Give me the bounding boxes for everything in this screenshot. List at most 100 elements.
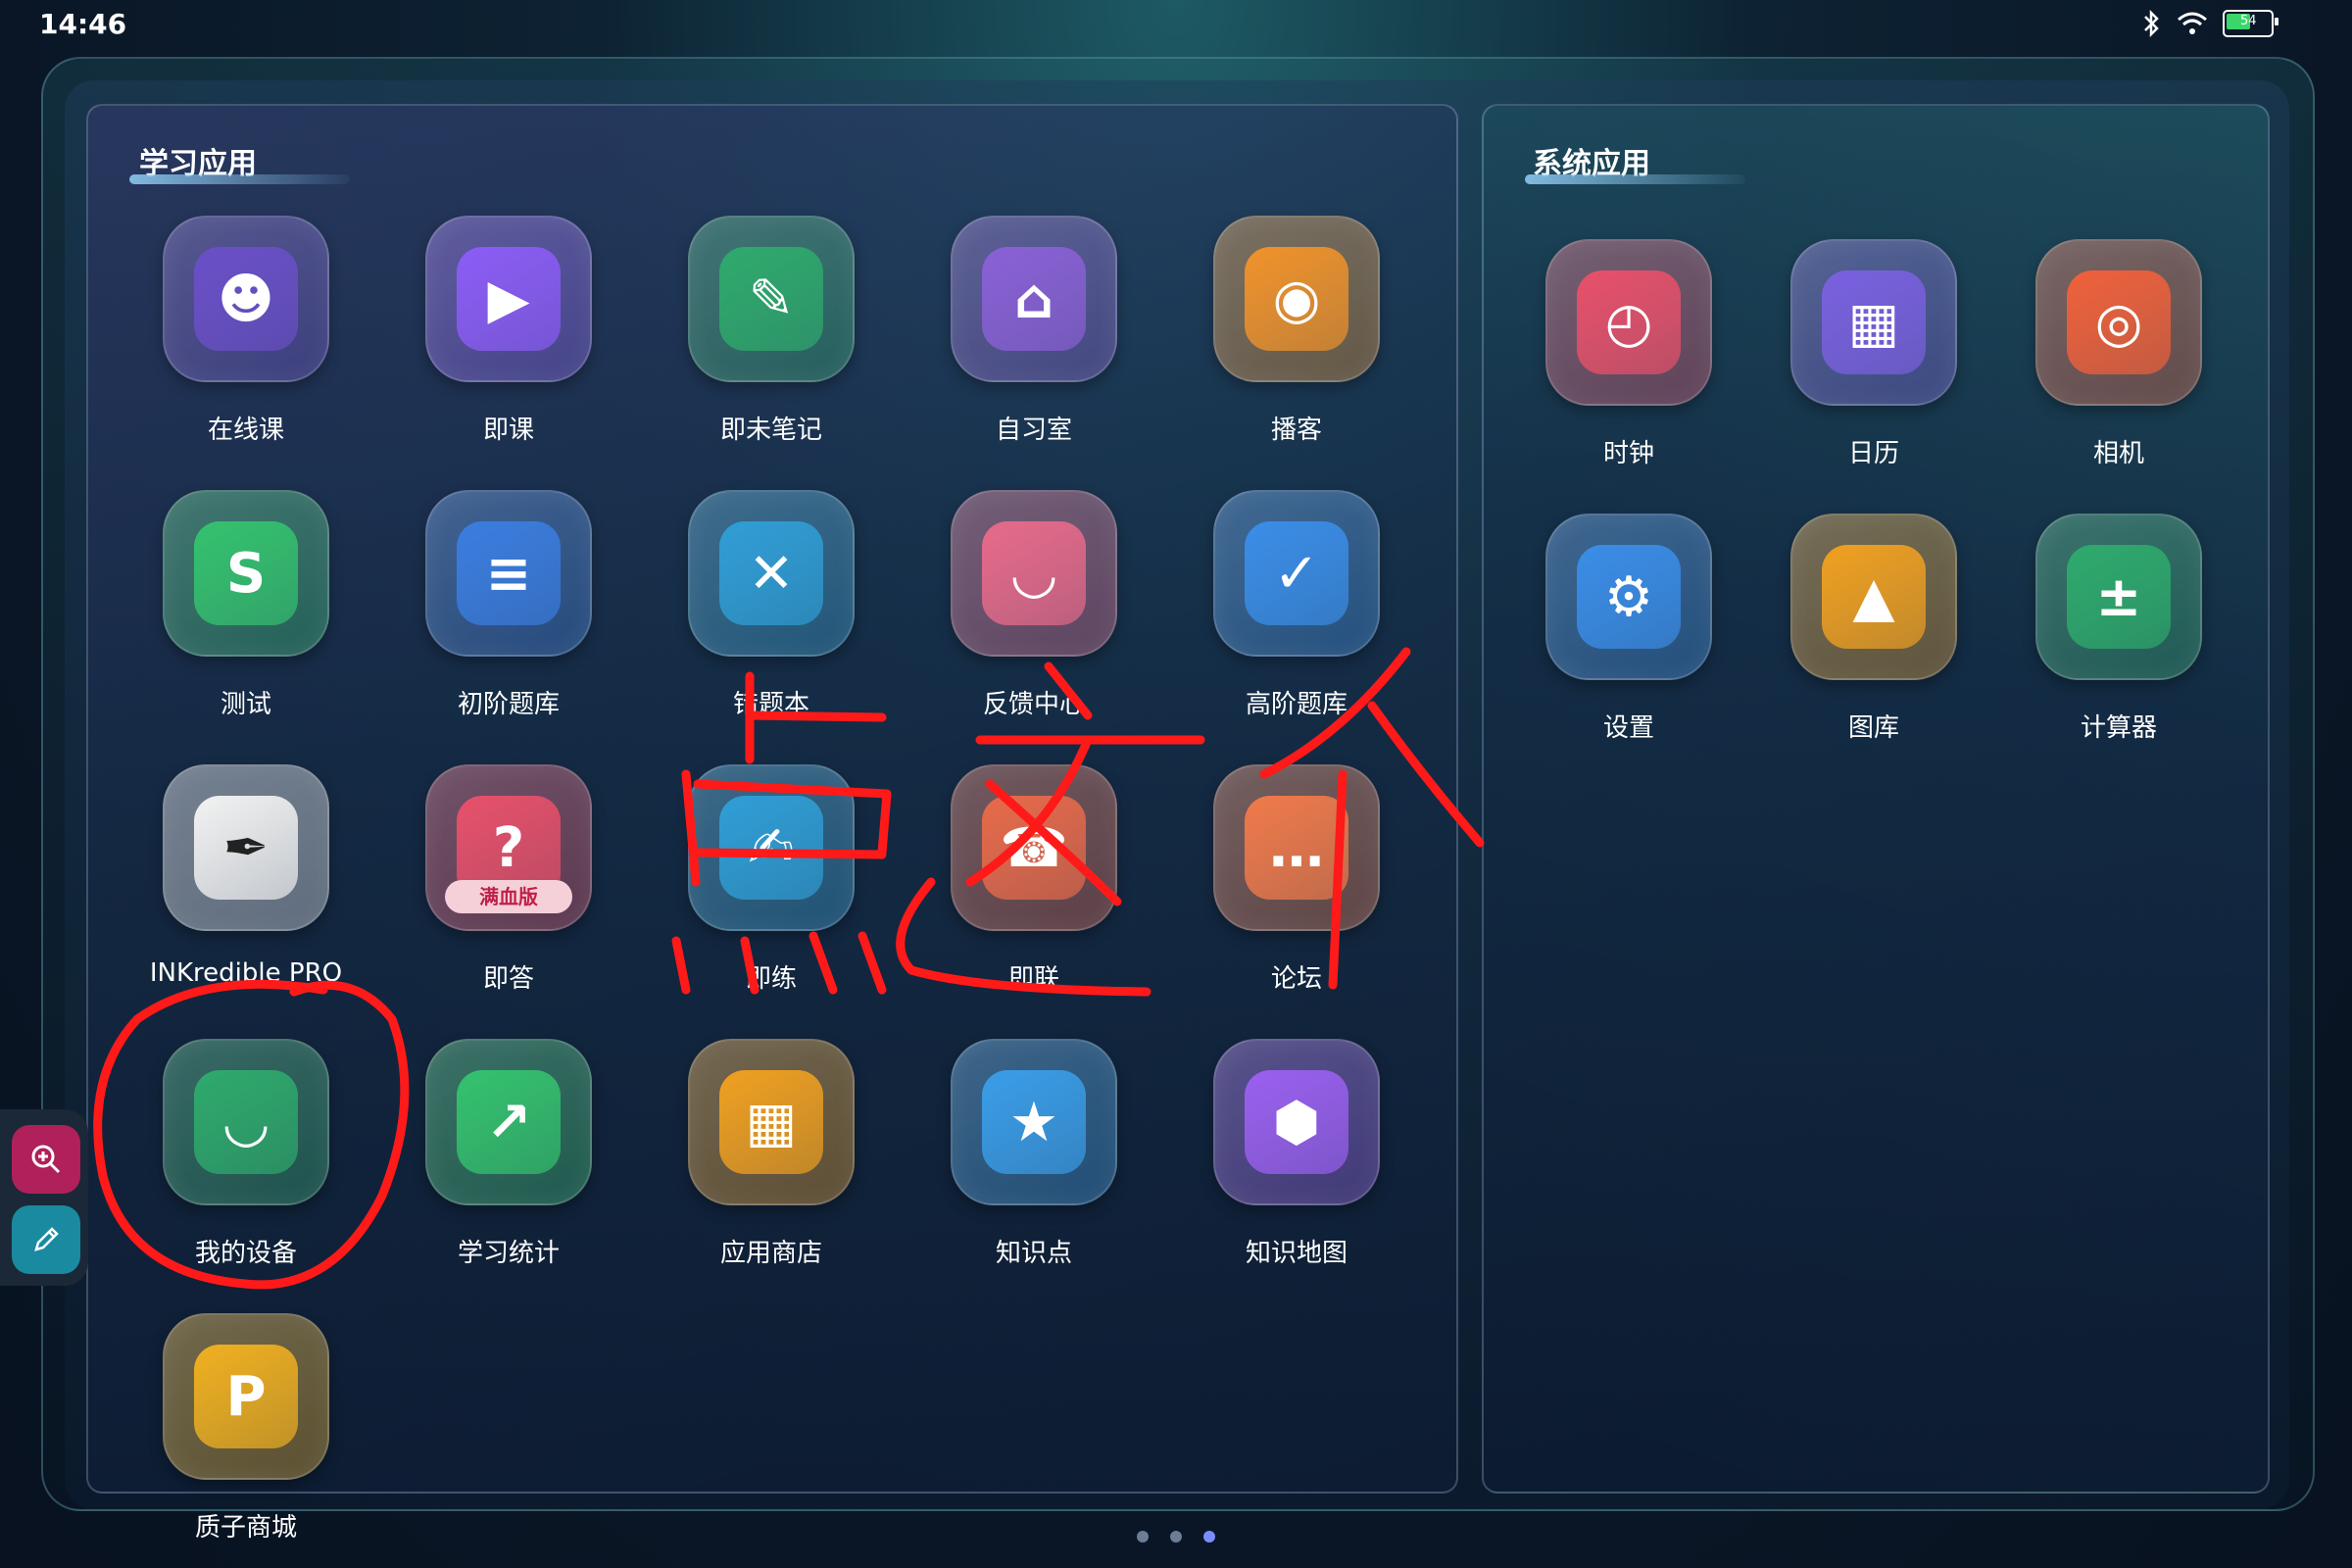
app-study-room[interactable]: ⌂ 自习室 (921, 216, 1147, 446)
app-test[interactable]: S 测试 (133, 490, 359, 720)
app-label: 即答 (482, 964, 534, 994)
app-icon-tile[interactable]: ▲ (1790, 514, 1957, 680)
calculator-icon: ± (2067, 545, 2171, 649)
app-icon-tile[interactable]: P (163, 1313, 329, 1480)
app-chat-bubble[interactable]: … 论坛 (1184, 764, 1409, 995)
app-icon-tile[interactable]: ✒ (163, 764, 329, 931)
app-icon-tile[interactable]: ✍ (688, 764, 855, 931)
app-icon-tile[interactable]: ☎ (951, 764, 1117, 931)
app-icon-tile[interactable]: ↗ (425, 1039, 592, 1205)
app-icon-tile[interactable]: ◡ (163, 1039, 329, 1205)
app-label: 即练 (745, 964, 797, 994)
app-icon-tile[interactable]: ✓ (1213, 490, 1380, 657)
app-camera[interactable]: ◎ 相机 (2006, 239, 2231, 469)
app-question[interactable]: ? 满血版即答 (396, 764, 621, 995)
app-icon-tile[interactable]: ◎ (2035, 239, 2202, 406)
app-label: 自习室 (995, 416, 1072, 445)
app-label: 即联 (1007, 964, 1059, 994)
app-headset[interactable]: ◡ 反馈中心 (921, 490, 1147, 720)
app-icon-tile[interactable]: ◉ (1213, 216, 1380, 382)
app-icon-tile[interactable]: ✎ (688, 216, 855, 382)
page-dot[interactable] (1137, 1531, 1149, 1543)
page-dot-active[interactable] (1203, 1531, 1215, 1543)
app-icon-tile[interactable]: ◡ (951, 490, 1117, 657)
app-icon-tile[interactable]: ⌂ (951, 216, 1117, 382)
title-underline (1525, 174, 1745, 184)
app-online-class[interactable]: ☻ 在线课 (133, 216, 359, 446)
gallery-icon: ▲ (1822, 545, 1926, 649)
hexagon-icon: ⬢ (1245, 1070, 1348, 1174)
bulb-star-icon: ★ (982, 1070, 1086, 1174)
practice-icon: ✍ (719, 796, 823, 900)
pen-tool-button[interactable] (12, 1205, 80, 1274)
app-calendar[interactable]: ▦ 日历 (1761, 239, 1986, 469)
app-icon-tile[interactable]: ? 满血版 (425, 764, 592, 931)
app-icon-tile[interactable]: ☻ (163, 216, 329, 382)
app-contact[interactable]: ☎ 即联 (921, 764, 1147, 995)
wifi-icon (2178, 12, 2207, 34)
app-device[interactable]: ◡ 我的设备 (133, 1039, 359, 1269)
app-graduation-cap[interactable]: ✓ 高阶题库 (1184, 490, 1409, 720)
app-label: 日历 (1847, 439, 1899, 468)
chat-bubble-icon: … (1245, 796, 1348, 900)
status-icons: 54 (2140, 10, 2278, 37)
app-clock[interactable]: ◴ 时钟 (1516, 239, 1741, 469)
app-label: 在线课 (207, 416, 284, 445)
app-wrong-notebook[interactable]: ✕ 错题本 (659, 490, 884, 720)
app-label: 初阶题库 (457, 690, 560, 719)
app-play[interactable]: ▶ 即课 (396, 216, 621, 446)
app-hexagon[interactable]: ⬢ 知识地图 (1184, 1039, 1409, 1269)
app-icon-tile[interactable]: S (163, 490, 329, 657)
app-icon-tile[interactable]: ▶ (425, 216, 592, 382)
app-label: 相机 (2092, 439, 2144, 468)
zoom-in-icon (31, 1145, 61, 1174)
app-icon-tile[interactable]: ▦ (688, 1039, 855, 1205)
clock-time: 14:46 (39, 8, 127, 40)
trend-icon: ↗ (457, 1070, 561, 1174)
app-app-store[interactable]: ▦ 应用商店 (659, 1039, 884, 1269)
calendar-icon: ▦ (1822, 270, 1926, 374)
app-icon-tile[interactable]: ▦ (1790, 239, 1957, 406)
app-books[interactable]: ≡ 初阶题库 (396, 490, 621, 720)
app-note[interactable]: ✎ 即未笔记 (659, 216, 884, 446)
app-badge: 满血版 (445, 880, 572, 913)
app-gallery[interactable]: ▲ 图库 (1761, 514, 1986, 744)
app-practice[interactable]: ✍ 即练 (659, 764, 884, 995)
app-podcast[interactable]: ◉ 播客 (1184, 216, 1409, 446)
p-coin-icon: P (194, 1345, 298, 1448)
app-label: 图库 (1847, 713, 1899, 743)
app-icon-tile[interactable]: ≡ (425, 490, 592, 657)
app-label: 学习统计 (457, 1239, 560, 1268)
play-icon: ▶ (457, 247, 561, 351)
app-label: 播客 (1270, 416, 1322, 445)
graduation-cap-icon: ✓ (1245, 521, 1348, 625)
app-icon-tile[interactable]: ± (2035, 514, 2202, 680)
app-calculator[interactable]: ± 计算器 (2006, 514, 2231, 744)
app-label: 时钟 (1602, 439, 1654, 468)
zoom-button[interactable] (12, 1125, 80, 1194)
app-label: 应用商店 (719, 1239, 822, 1268)
settings-icon: ⚙ (1577, 545, 1681, 649)
app-icon-tile[interactable]: … (1213, 764, 1380, 931)
device-icon: ◡ (194, 1070, 298, 1174)
app-icon-tile[interactable]: ✕ (688, 490, 855, 657)
app-icon-tile[interactable]: ⚙ (1545, 514, 1712, 680)
app-store-icon: ▦ (719, 1070, 823, 1174)
bluetooth-icon (2144, 10, 2159, 37)
app-icon-tile[interactable]: ⬢ (1213, 1039, 1380, 1205)
app-label: 设置 (1602, 713, 1654, 743)
app-label: 知识点 (995, 1239, 1072, 1268)
app-settings[interactable]: ⚙ 设置 (1516, 514, 1741, 744)
app-label: 知识地图 (1245, 1239, 1348, 1268)
app-trend[interactable]: ↗ 学习统计 (396, 1039, 621, 1269)
app-pen[interactable]: ✒ INKredible PRO (133, 764, 359, 988)
app-icon-tile[interactable]: ◴ (1545, 239, 1712, 406)
app-label: INKredible PRO (149, 958, 343, 988)
pen-icon: ✒ (194, 796, 298, 900)
page-dot[interactable] (1170, 1531, 1182, 1543)
app-label: 反馈中心 (982, 690, 1085, 719)
app-p-coin[interactable]: P 质子商城 (133, 1313, 359, 1544)
app-bulb-star[interactable]: ★ 知识点 (921, 1039, 1147, 1269)
online-class-icon: ☻ (194, 247, 298, 351)
app-icon-tile[interactable]: ★ (951, 1039, 1117, 1205)
